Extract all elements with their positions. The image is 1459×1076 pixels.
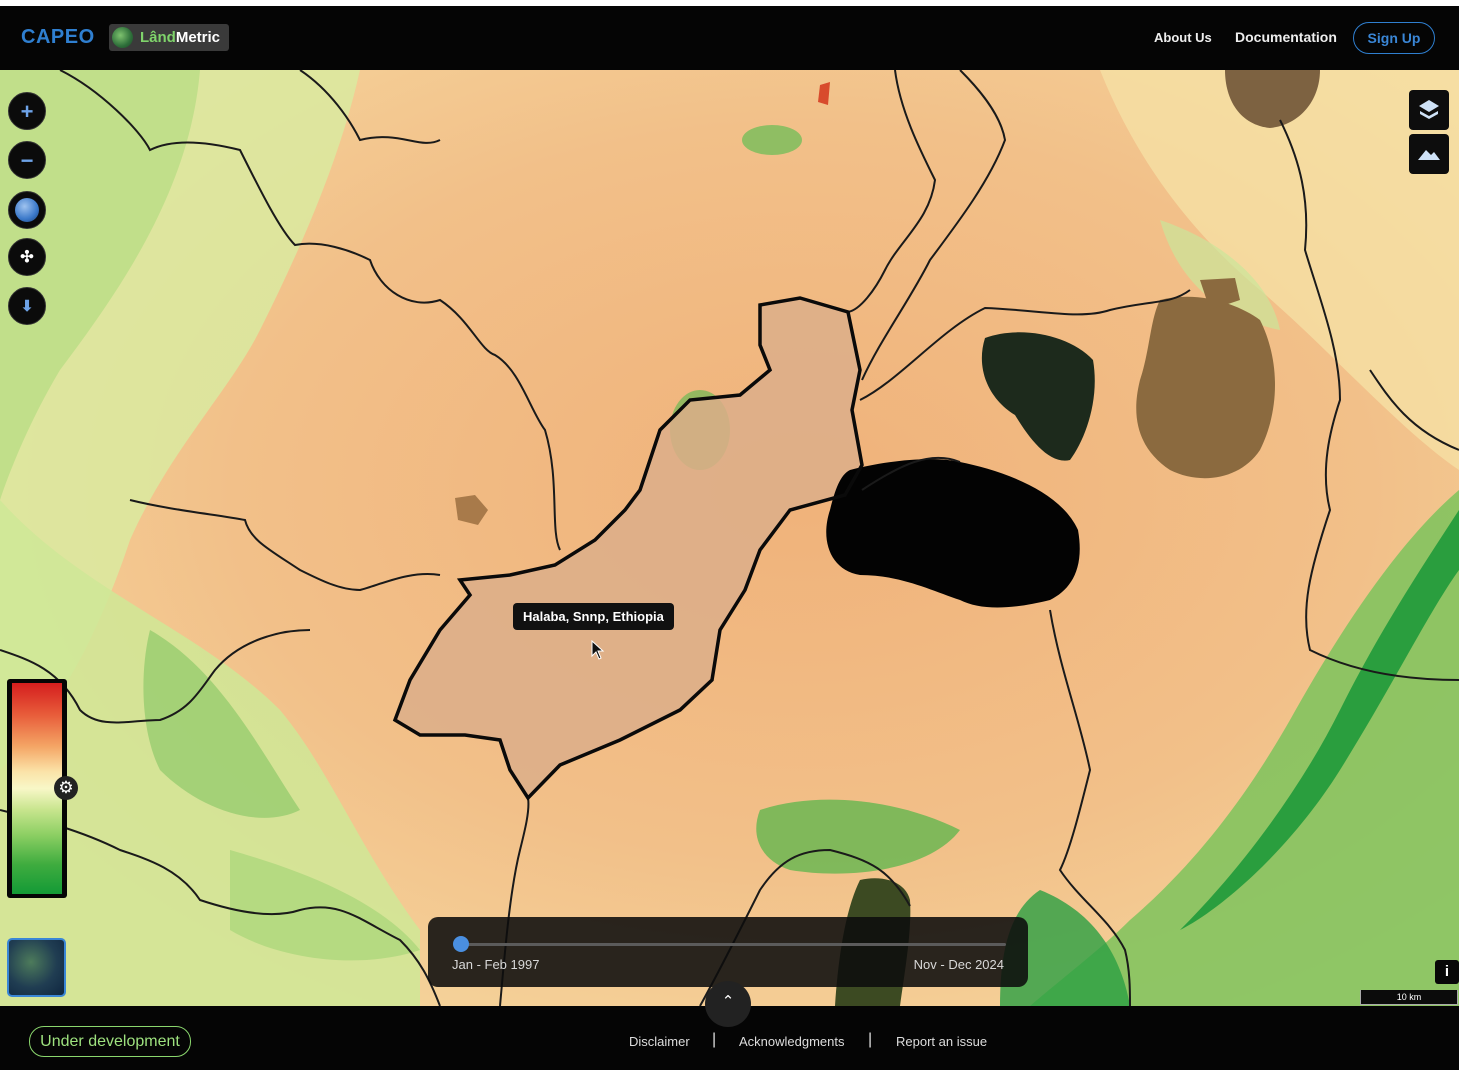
sign-up-button[interactable]: Sign Up	[1353, 22, 1435, 54]
nav-about-us[interactable]: About Us	[1154, 30, 1212, 45]
terrain-button[interactable]	[1409, 134, 1449, 174]
nav-documentation[interactable]: Documentation	[1235, 29, 1337, 45]
globe-icon	[15, 198, 39, 223]
legend-settings-button[interactable]: ⚙	[54, 776, 78, 800]
terrain-icon	[1418, 150, 1440, 160]
gear-icon: ⚙	[58, 778, 74, 797]
landmetric-logo-text: LândMetric	[140, 29, 221, 46]
disclaimer-link[interactable]: Disclaimer	[629, 1034, 690, 1049]
region-hover-tooltip: Halaba, Snnp, Ethiopia	[513, 603, 674, 630]
globe-view-button[interactable]	[8, 191, 46, 229]
brand-logo[interactable]: CAPEO	[21, 26, 95, 49]
zoom-out-button[interactable]: −	[8, 141, 46, 179]
time-slider-end-label: Nov - Dec 2024	[913, 957, 1004, 972]
minus-icon: −	[20, 148, 34, 173]
bottom-strip	[0, 1070, 1459, 1076]
info-button[interactable]: i	[1435, 960, 1459, 984]
expand-panel-button[interactable]: ⌃	[705, 981, 751, 1027]
status-badge: Under development	[29, 1026, 191, 1057]
report-issue-link[interactable]: Report an issue	[896, 1034, 987, 1049]
download-button[interactable]: ⬇	[8, 287, 46, 325]
layers-button[interactable]	[1409, 90, 1449, 130]
satellite-vegetation-layer	[0, 70, 1459, 1006]
time-slider-panel: Jan - Feb 1997 Nov - Dec 2024	[428, 917, 1028, 987]
download-icon: ⬇	[20, 298, 34, 315]
map-canvas[interactable]	[0, 70, 1459, 1006]
chevron-up-icon: ⌃	[721, 993, 735, 1010]
zoom-in-button[interactable]: +	[8, 92, 46, 130]
footer-separator: |	[712, 1031, 717, 1048]
map-scale-bar: 10 km	[1360, 990, 1458, 1005]
top-navbar: CAPEO LândMetric About Us Documentation …	[0, 6, 1459, 70]
landmetric-logo[interactable]: LândMetric	[109, 24, 229, 51]
mouse-cursor-icon	[591, 640, 605, 660]
acknowledgments-link[interactable]: Acknowledgments	[739, 1034, 845, 1049]
pan-button[interactable]: ✣	[8, 238, 46, 276]
plus-icon: +	[20, 99, 34, 124]
globe-logo-icon	[112, 27, 133, 48]
move-icon: ✣	[20, 249, 34, 266]
layers-icon	[1419, 100, 1439, 119]
footer-separator: |	[868, 1031, 873, 1048]
time-slider-handle[interactable]	[453, 936, 469, 952]
basemap-switcher-thumbnail[interactable]	[7, 938, 66, 997]
time-slider-start-label: Jan - Feb 1997	[452, 957, 540, 972]
time-slider-track[interactable]	[456, 943, 1006, 946]
